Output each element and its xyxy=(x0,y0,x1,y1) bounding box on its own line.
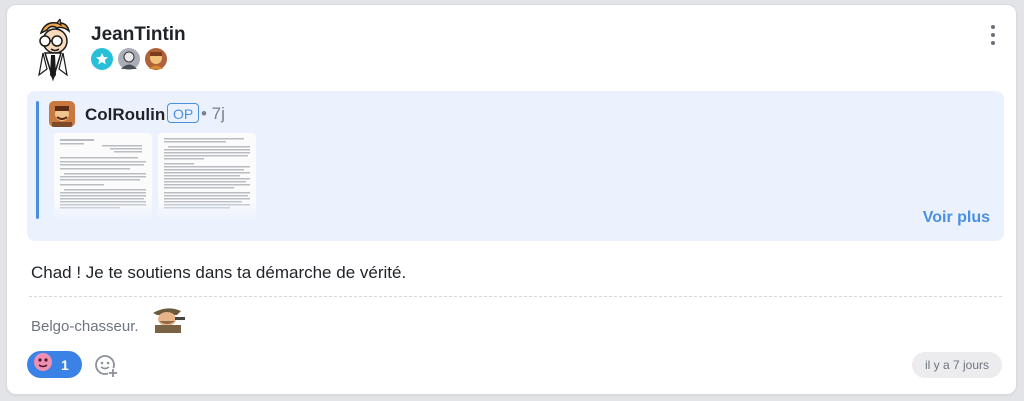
see-more-link[interactable]: Voir plus xyxy=(923,209,990,227)
post-menu-kebab-icon[interactable] xyxy=(988,25,998,45)
document-thumbnail[interactable] xyxy=(158,133,256,221)
signature-divider xyxy=(29,296,1002,297)
post-card: JeanTintin ColRoulin OP • 7j Voir plus C… xyxy=(6,4,1017,395)
sticker-reaction-icon xyxy=(33,352,53,377)
username[interactable]: JeanTintin xyxy=(91,24,186,46)
quote-author-avatar[interactable] xyxy=(49,101,75,127)
quoted-post[interactable]: ColRoulin OP • 7j Voir plus xyxy=(27,91,1004,241)
user-badges xyxy=(91,48,167,70)
add-emoji-icon[interactable] xyxy=(93,353,119,379)
quote-bar xyxy=(36,101,39,219)
reaction-button[interactable]: 1 xyxy=(27,351,82,378)
signature-image xyxy=(147,303,189,333)
character-badge-icon[interactable] xyxy=(145,48,167,70)
document-thumbnail[interactable] xyxy=(54,133,152,221)
post-timestamp[interactable]: il y a 7 jours xyxy=(911,352,1002,378)
user-avatar[interactable] xyxy=(27,17,85,82)
reaction-count: 1 xyxy=(61,356,69,373)
signature-text: Belgo-chasseur. xyxy=(31,318,139,335)
star-badge-icon[interactable] xyxy=(91,48,113,70)
quote-time: • 7j xyxy=(201,104,225,123)
post-text: Chad ! Je te soutiens dans ta démarche d… xyxy=(31,263,407,282)
op-badge: OP xyxy=(167,103,200,123)
quote-author-name[interactable]: ColRoulin xyxy=(85,105,165,125)
portrait-badge-icon[interactable] xyxy=(118,48,140,70)
